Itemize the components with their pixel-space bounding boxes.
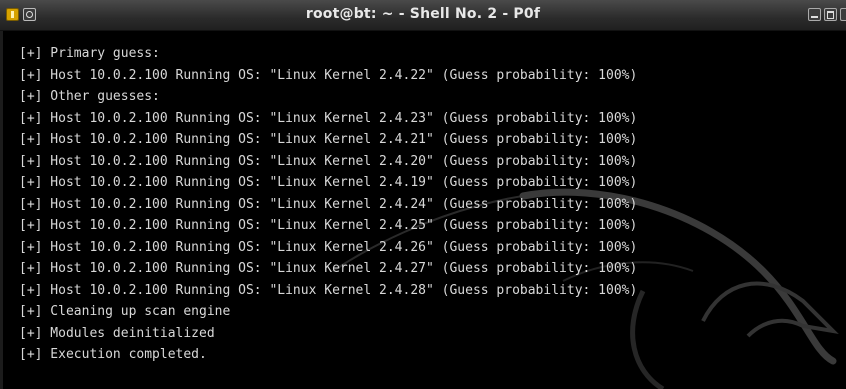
terminal-line: [+] Execution completed. bbox=[19, 347, 207, 362]
terminal-output-area[interactable]: [+] Primary guess: [+] Host 10.0.2.100 Ru… bbox=[0, 31, 846, 389]
terminal-line: [+] Host 10.0.2.100 Running OS: "Linux K… bbox=[19, 175, 638, 190]
minimize-icon[interactable] bbox=[808, 8, 821, 21]
terminal-line: [+] Host 10.0.2.100 Running OS: "Linux K… bbox=[19, 282, 638, 298]
title-bar[interactable]: root@bt: ~ - Shell No. 2 - P0f bbox=[0, 0, 846, 31]
terminal-line: [+] Primary guess: bbox=[19, 46, 160, 61]
maximize-icon[interactable] bbox=[824, 8, 837, 21]
terminal-line: [+] Other guesses: bbox=[19, 89, 160, 104]
terminal-window: root@bt: ~ - Shell No. 2 - P0f [+] Prima… bbox=[0, 0, 846, 389]
terminal-line: [+] Host 10.0.2.100 Running OS: "Linux K… bbox=[19, 239, 638, 255]
terminal-line: [+] Host 10.0.2.100 Running OS: "Linux K… bbox=[19, 67, 638, 83]
terminal-line: [+] Host 10.0.2.100 Running OS: "Linux K… bbox=[19, 110, 638, 126]
terminal-line: [+] Host 10.0.2.100 Running OS: "Linux K… bbox=[19, 153, 638, 169]
terminal-line: [+] Host 10.0.2.100 Running OS: "Linux K… bbox=[19, 261, 638, 276]
terminal-text[interactable]: [+] Primary guess: [+] Host 10.0.2.100 Ru… bbox=[3, 31, 846, 366]
close-icon[interactable] bbox=[840, 8, 846, 21]
terminal-line: [+] Host 10.0.2.100 Running OS: "Linux K… bbox=[19, 218, 638, 233]
window-controls bbox=[808, 8, 846, 21]
terminal-line: [+] Host 10.0.2.100 Running OS: "Linux K… bbox=[19, 196, 638, 212]
window-title: root@bt: ~ - Shell No. 2 - P0f bbox=[305, 6, 541, 22]
terminal-line: [+] Modules deinitialized bbox=[19, 325, 215, 341]
terminal-line: [+] Cleaning up scan engine bbox=[19, 304, 231, 319]
terminal-line: [+] Host 10.0.2.100 Running OS: "Linux K… bbox=[19, 132, 638, 147]
